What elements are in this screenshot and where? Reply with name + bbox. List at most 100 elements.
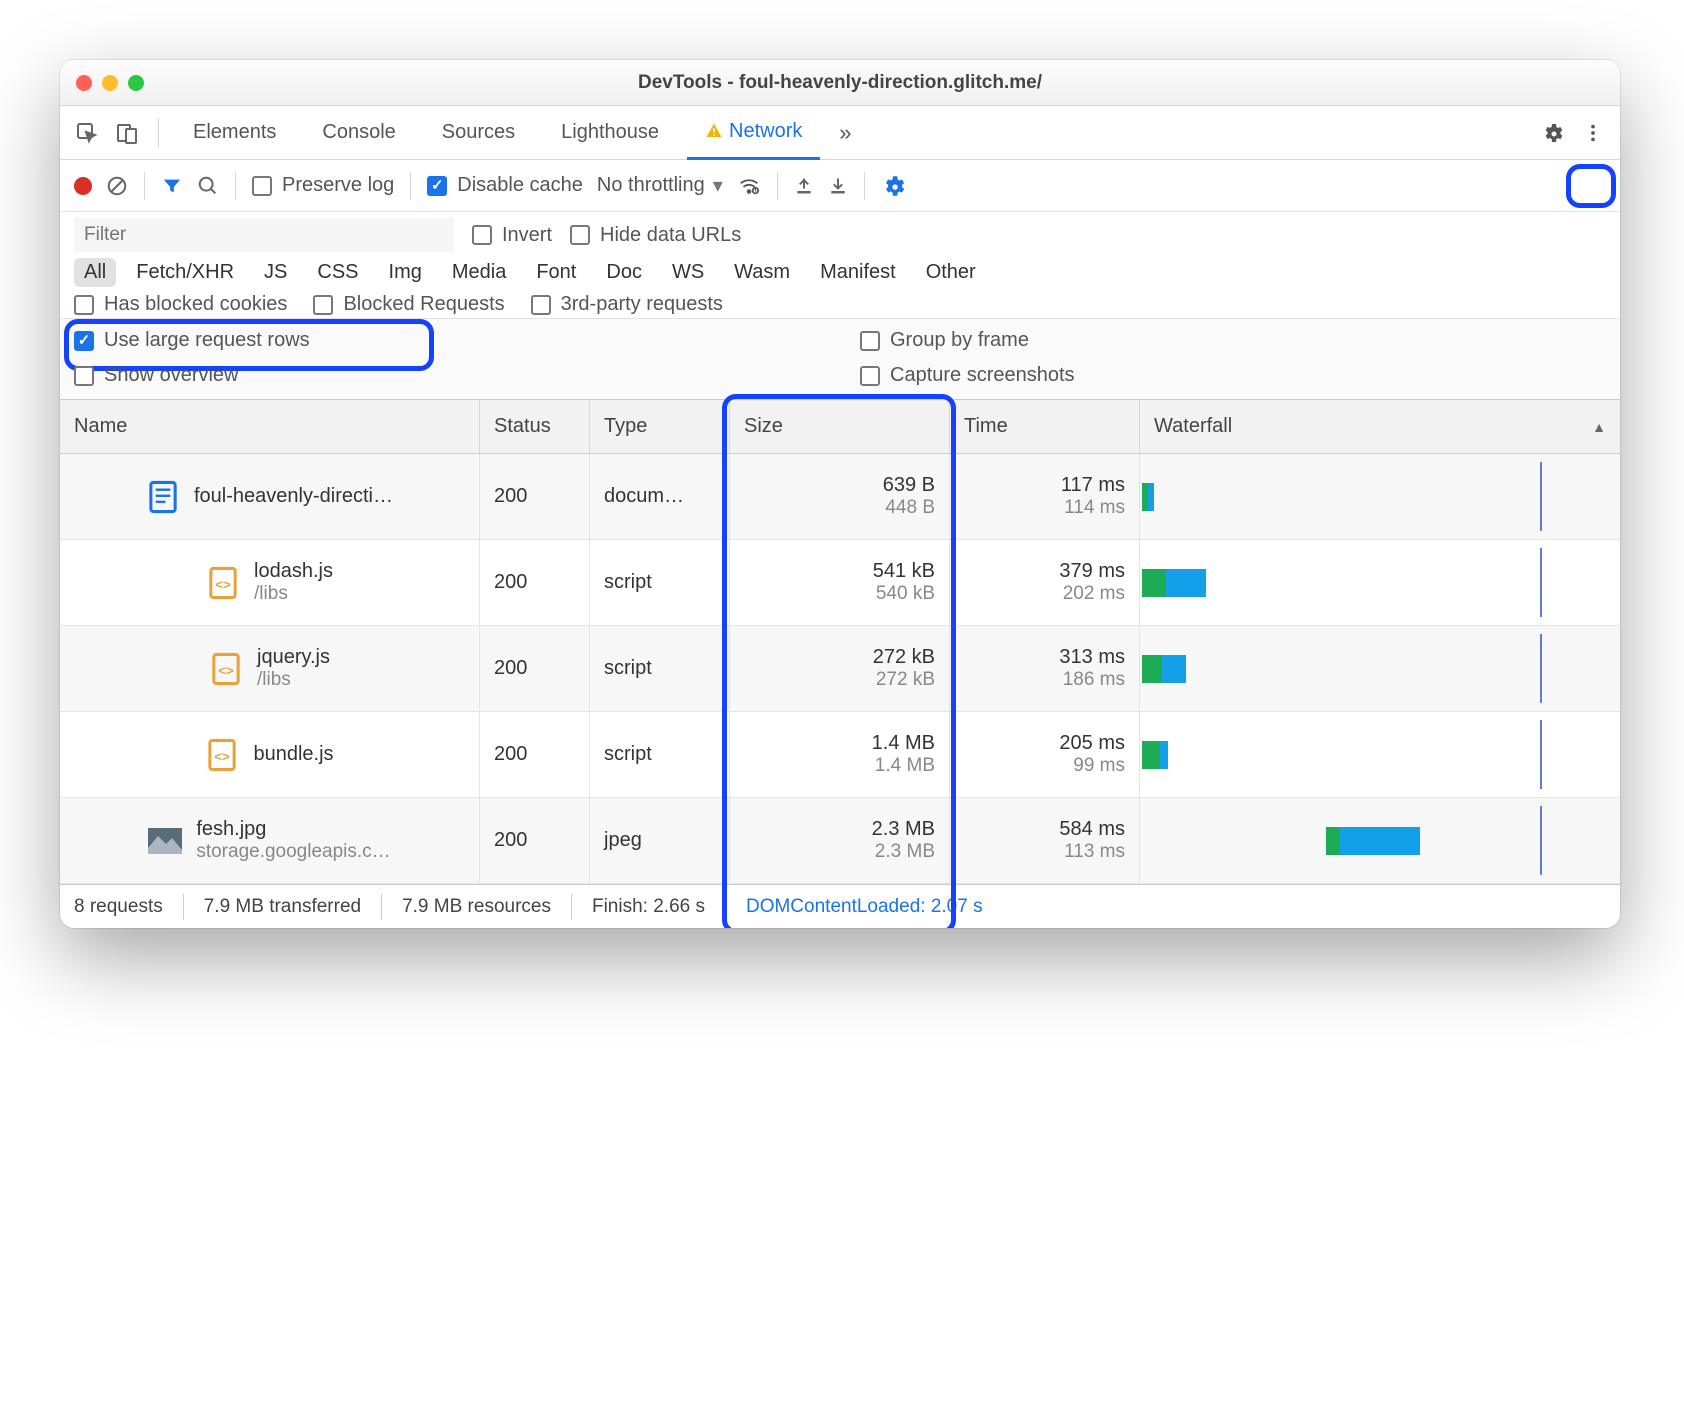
col-type[interactable]: Type (590, 400, 730, 453)
tab-elements[interactable]: Elements (175, 106, 294, 160)
filter-type-all[interactable]: All (74, 258, 116, 287)
cell-type: script (590, 540, 730, 625)
callout-1-highlight (1566, 164, 1616, 208)
network-settings-icon[interactable] (881, 173, 907, 199)
filter-type-fetch-xhr[interactable]: Fetch/XHR (126, 258, 244, 287)
filter-type-wasm[interactable]: Wasm (724, 258, 800, 287)
file-type-icon: <> (206, 566, 240, 600)
use-large-request-rows-checkbox[interactable]: Use large request rows (74, 329, 820, 352)
filter-type-media[interactable]: Media (442, 258, 516, 287)
svg-text:<>: <> (215, 749, 231, 764)
cell-name: foul-heavenly-directi… (60, 454, 480, 539)
cell-waterfall (1140, 454, 1620, 539)
cell-status: 200 (480, 626, 590, 711)
status-bar: 8 requests 7.9 MB transferred 7.9 MB res… (60, 884, 1620, 928)
svg-text:<>: <> (218, 663, 234, 678)
filter-type-css[interactable]: CSS (307, 258, 368, 287)
filter-type-ws[interactable]: WS (662, 258, 714, 287)
filter-type-font[interactable]: Font (526, 258, 586, 287)
type-filters: All Fetch/XHR JS CSS Img Media Font Doc … (74, 258, 1606, 287)
col-size[interactable]: Size (730, 400, 950, 453)
status-requests: 8 requests (74, 896, 163, 918)
cell-status: 200 (480, 712, 590, 797)
tab-console[interactable]: Console (304, 106, 413, 160)
cell-time: 379 ms202 ms (950, 540, 1140, 625)
import-har-icon[interactable] (794, 176, 814, 196)
filter-bar: Invert Hide data URLs All Fetch/XHR JS C… (60, 212, 1620, 319)
filter-type-manifest[interactable]: Manifest (810, 258, 906, 287)
invert-checkbox[interactable]: Invert (472, 224, 552, 247)
filter-type-other[interactable]: Other (916, 258, 986, 287)
col-time[interactable]: Time (950, 400, 1140, 453)
svg-text:<>: <> (215, 577, 231, 592)
show-overview-checkbox[interactable]: Show overview (74, 364, 820, 387)
table-header: Name Status Type Size Time Waterfall▲ (60, 400, 1620, 454)
device-toolbar-icon[interactable] (112, 118, 142, 148)
cell-size: 272 kB272 kB (730, 626, 950, 711)
filter-toggle-icon[interactable] (161, 175, 183, 197)
table-row[interactable]: <>jquery.js/libs200script272 kB272 kB313… (60, 626, 1620, 712)
filter-type-img[interactable]: Img (379, 258, 432, 287)
table-row[interactable]: fesh.jpgstorage.googleapis.c…200jpeg2.3 … (60, 798, 1620, 884)
tab-lighthouse[interactable]: Lighthouse (543, 106, 677, 160)
filter-type-js[interactable]: JS (254, 258, 297, 287)
cell-type: docum… (590, 454, 730, 539)
cell-waterfall (1140, 626, 1620, 711)
cell-time: 584 ms113 ms (950, 798, 1140, 883)
col-name[interactable]: Name (60, 400, 480, 453)
cell-time: 117 ms114 ms (950, 454, 1140, 539)
inspect-element-icon[interactable] (72, 118, 102, 148)
cell-waterfall (1140, 712, 1620, 797)
cell-time: 205 ms99 ms (950, 712, 1140, 797)
cell-waterfall (1140, 798, 1620, 883)
filter-type-doc[interactable]: Doc (596, 258, 652, 287)
clear-button[interactable] (106, 175, 128, 197)
tab-network[interactable]: Network (687, 106, 820, 160)
disable-cache-checkbox[interactable]: Disable cache (427, 174, 583, 197)
cell-type: script (590, 626, 730, 711)
requests-table: Name Status Type Size Time Waterfall▲ fo… (60, 400, 1620, 884)
status-finish: Finish: 2.66 s (592, 896, 705, 918)
cell-status: 200 (480, 454, 590, 539)
panel-tabs: Elements Console Sources Lighthouse Netw… (60, 106, 1620, 160)
record-button[interactable] (74, 177, 92, 195)
cell-size: 2.3 MB2.3 MB (730, 798, 950, 883)
throttling-select[interactable]: No throttling ▾ (597, 173, 723, 198)
blocked-requests-checkbox[interactable]: Blocked Requests (313, 293, 504, 316)
titlebar: DevTools - foul-heavenly-direction.glitc… (60, 60, 1620, 106)
more-tabs-button[interactable]: » (830, 118, 860, 148)
cell-name: <>lodash.js/libs (60, 540, 480, 625)
file-type-icon: <> (209, 652, 243, 686)
cell-status: 200 (480, 540, 590, 625)
col-status[interactable]: Status (480, 400, 590, 453)
table-row[interactable]: foul-heavenly-directi…200docum…639 B448 … (60, 454, 1620, 540)
third-party-requests-checkbox[interactable]: 3rd-party requests (531, 293, 723, 316)
settings-icon[interactable] (1538, 118, 1568, 148)
col-waterfall[interactable]: Waterfall▲ (1140, 400, 1620, 453)
preserve-log-checkbox[interactable]: Preserve log (252, 174, 394, 197)
filter-input[interactable] (74, 218, 454, 252)
export-har-icon[interactable] (828, 176, 848, 196)
window-title: DevTools - foul-heavenly-direction.glitc… (60, 72, 1620, 94)
kebab-menu-icon[interactable] (1578, 118, 1608, 148)
cell-name: <>jquery.js/libs (60, 626, 480, 711)
cell-size: 1.4 MB1.4 MB (730, 712, 950, 797)
cell-name: <>bundle.js (60, 712, 480, 797)
cell-size: 639 B448 B (730, 454, 950, 539)
cell-size: 541 kB540 kB (730, 540, 950, 625)
hide-data-urls-checkbox[interactable]: Hide data URLs (570, 224, 741, 247)
table-row[interactable]: <>bundle.js200script1.4 MB1.4 MB205 ms99… (60, 712, 1620, 798)
network-conditions-icon[interactable] (737, 175, 761, 197)
table-row[interactable]: <>lodash.js/libs200script541 kB540 kB379… (60, 540, 1620, 626)
status-transferred: 7.9 MB transferred (204, 896, 361, 918)
tab-sources[interactable]: Sources (424, 106, 533, 160)
search-icon[interactable] (197, 175, 219, 197)
status-resources: 7.9 MB resources (402, 896, 551, 918)
divider (158, 118, 159, 148)
devtools-window: DevTools - foul-heavenly-direction.glitc… (60, 60, 1620, 928)
has-blocked-cookies-checkbox[interactable]: Has blocked cookies (74, 293, 287, 316)
capture-screenshots-checkbox[interactable]: Capture screenshots (860, 364, 1606, 387)
cell-status: 200 (480, 798, 590, 883)
group-by-frame-checkbox[interactable]: Group by frame (860, 329, 1606, 352)
cell-type: jpeg (590, 798, 730, 883)
